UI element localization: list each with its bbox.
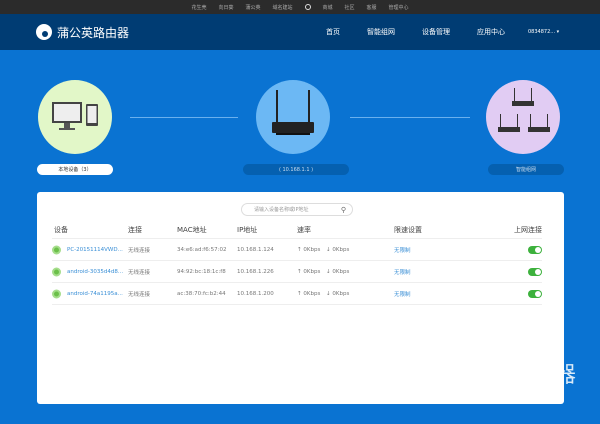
mesh-node[interactable] bbox=[486, 80, 560, 154]
search-icon[interactable]: ⚲ bbox=[341, 206, 346, 214]
online-toggle[interactable] bbox=[528, 289, 542, 298]
link-shop[interactable]: 商城 bbox=[323, 4, 333, 11]
router-node[interactable] bbox=[256, 80, 330, 154]
nav-apps[interactable]: 应用中心 bbox=[477, 27, 505, 37]
local-devices-node[interactable] bbox=[38, 80, 112, 154]
download-rate: ↓ 0Kbps bbox=[326, 290, 350, 297]
connector-line bbox=[130, 117, 238, 118]
col-limit: 限速设置 bbox=[394, 226, 422, 234]
watermark: 路由器 luyouqi.com bbox=[460, 358, 576, 402]
speed-limit-link[interactable]: 无限制 bbox=[394, 246, 411, 254]
mac: 94:92:bc:18:1c:f8 bbox=[177, 268, 226, 275]
col-online: 上网连接 bbox=[514, 226, 542, 234]
device-avatar-icon bbox=[52, 289, 61, 298]
nav-mesh[interactable]: 智能组网 bbox=[367, 27, 395, 37]
ip: 10.168.1.226 bbox=[237, 268, 274, 275]
download-rate: ↓ 0Kbps bbox=[326, 268, 350, 275]
speed-limit-link[interactable]: 无限制 bbox=[394, 290, 411, 298]
top-links-bar: 花生壳 向日葵 蒲公英 域名建站 商城 社区 客服 管理中心 bbox=[0, 0, 600, 14]
link-xiangrikui[interactable]: 向日葵 bbox=[218, 4, 233, 11]
brand-title[interactable]: 蒲公英路由器 bbox=[57, 24, 129, 41]
user-menu[interactable]: 0834872... ▾ bbox=[528, 29, 559, 35]
local-devices-label[interactable]: 本地设备（3） bbox=[37, 164, 113, 175]
watermark-text: 路由器 bbox=[510, 362, 577, 388]
mesh-label[interactable]: 智能组网 bbox=[488, 164, 564, 175]
watermark-url: luyouqi.com bbox=[510, 386, 559, 396]
table-row: PC-20151114VWD... 无线连接 34:e6:ad:f6:57:02… bbox=[52, 239, 542, 261]
table-row: android-3035d4d8... 无线连接 94:92:bc:18:1c:… bbox=[52, 261, 542, 283]
ip: 10.168.1.124 bbox=[237, 246, 274, 253]
header: 蒲公英路由器 首页 智能组网 设备管理 应用中心 0834872... ▾ bbox=[0, 14, 600, 50]
col-rate[interactable]: 速率 bbox=[297, 225, 311, 235]
upload-rate: ↑ 0Kbps bbox=[297, 246, 321, 253]
link-pugongying[interactable]: 蒲公英 bbox=[245, 4, 260, 11]
col-mac: MAC地址 bbox=[177, 226, 207, 234]
device-avatar-icon bbox=[52, 267, 61, 276]
mesh-routers-icon bbox=[498, 88, 550, 132]
link-domain[interactable]: 域名建站 bbox=[272, 4, 292, 11]
ip: 10.168.1.200 bbox=[237, 290, 274, 297]
logo-icon bbox=[36, 24, 52, 40]
link-admin[interactable]: 管理中心 bbox=[389, 4, 409, 11]
mac: ac:38:70:fc:b2:44 bbox=[177, 290, 226, 297]
download-rate: ↓ 0Kbps bbox=[326, 246, 350, 253]
nav-home[interactable]: 首页 bbox=[326, 27, 340, 37]
upload-rate: ↑ 0Kbps bbox=[297, 290, 321, 297]
search-input[interactable]: 请输入设备名称或IP地址 ⚲ bbox=[241, 203, 353, 216]
connector-line bbox=[350, 117, 470, 118]
mac: 34:e6:ad:f6:57:02 bbox=[177, 246, 227, 253]
device-name[interactable]: PC-20151114VWD... bbox=[67, 247, 123, 253]
connection-type: 无线连接 bbox=[128, 247, 151, 254]
nav-devices[interactable]: 设备管理 bbox=[422, 27, 450, 37]
online-toggle[interactable] bbox=[528, 245, 542, 254]
connection-type: 无线连接 bbox=[128, 291, 151, 298]
device-name[interactable]: android-74a1195a... bbox=[67, 291, 123, 297]
device-avatar-icon bbox=[52, 245, 61, 254]
router-icon bbox=[272, 90, 314, 135]
router-ip-label[interactable]: ( 10.168.1.1 ) bbox=[243, 164, 349, 175]
col-ip[interactable]: IP地址 bbox=[237, 225, 257, 235]
main-nav: 首页 智能组网 设备管理 应用中心 0834872... ▾ bbox=[326, 14, 586, 50]
online-toggle[interactable] bbox=[528, 267, 542, 276]
table-row: android-74a1195a... 无线连接 ac:38:70:fc:b2:… bbox=[52, 283, 542, 305]
col-device: 设备 bbox=[54, 226, 68, 234]
search-placeholder: 请输入设备名称或IP地址 bbox=[254, 207, 309, 213]
speed-limit-link[interactable]: 无限制 bbox=[394, 268, 411, 276]
watermark-logo-icon bbox=[460, 358, 504, 402]
link-community[interactable]: 社区 bbox=[345, 4, 355, 11]
link-support[interactable]: 客服 bbox=[367, 4, 377, 11]
link-huashengke[interactable]: 花生壳 bbox=[191, 4, 206, 11]
device-name[interactable]: android-3035d4d8... bbox=[67, 269, 123, 275]
upload-rate: ↑ 0Kbps bbox=[297, 268, 321, 275]
col-connection[interactable]: 连接 bbox=[128, 225, 142, 235]
ring-icon[interactable] bbox=[304, 4, 311, 10]
table-header: 设备 连接 MAC地址 IP地址 速率 限速设置 上网连接 bbox=[52, 222, 542, 239]
connection-type: 无线连接 bbox=[128, 269, 151, 276]
computer-phone-icon bbox=[52, 102, 98, 130]
